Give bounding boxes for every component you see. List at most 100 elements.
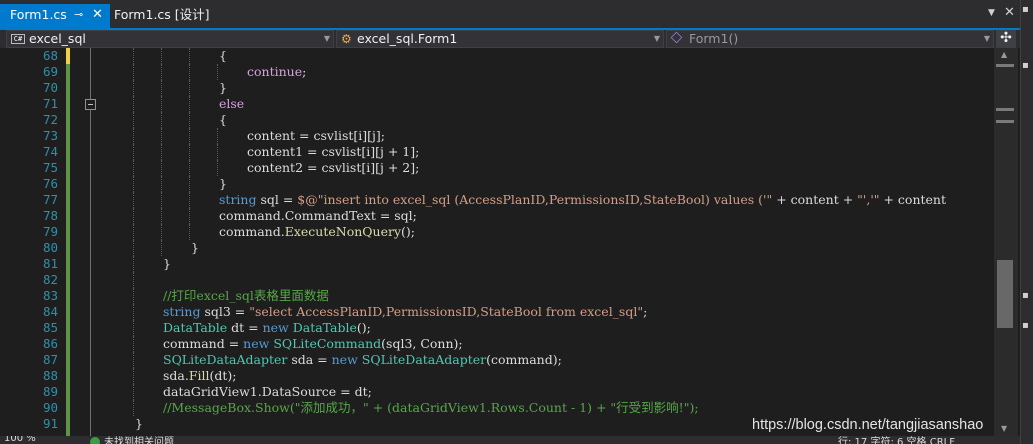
code-text: string sql = $@"insert into excel_sql (A…	[219, 192, 946, 208]
cursor-position: 行: 17 字符: 6 空格 CRLF	[838, 437, 955, 444]
tab-list-dropdown-icon[interactable]: ▼	[988, 8, 995, 18]
chevron-down-icon: ▼	[653, 34, 660, 43]
code-line[interactable]: 88 sda.Fill(dt);	[0, 368, 994, 384]
code-token: sql3 =	[200, 304, 250, 319]
code-line[interactable]: 75 content2 = csvlist[i][j + 2];	[0, 160, 994, 176]
line-number: 71	[42, 96, 58, 111]
code-line[interactable]: 69 continue;	[0, 64, 994, 80]
code-token: continue	[247, 64, 303, 79]
tab-label: Form1.cs [设计]	[114, 7, 210, 22]
code-line[interactable]: 78 command.CommandText = sql;	[0, 208, 994, 224]
tab-form1-designer[interactable]: Form1.cs [设计]	[114, 4, 210, 28]
code-text: sda.Fill(dt);	[163, 368, 237, 384]
code-token: new	[262, 320, 289, 335]
csharp-project-icon: C#	[11, 34, 25, 44]
code-text: }	[191, 240, 199, 256]
code-token: SQLiteDataAdapter	[163, 352, 288, 367]
code-token: }	[163, 256, 171, 271]
code-line[interactable]: 72 {	[0, 112, 994, 128]
code-token: ();	[356, 320, 371, 335]
scroll-mark	[996, 108, 1014, 111]
type-label: excel_sql.Form1	[357, 31, 458, 46]
code-line[interactable]: 76}	[0, 176, 994, 192]
code-text: else	[219, 96, 244, 112]
scroll-up-icon[interactable]: ▲	[1001, 50, 1007, 59]
navigation-bar: C# excel_sql ▼ ⚙ excel_sql.Form1 ▼ Form1…	[0, 30, 1020, 48]
code-line[interactable]: 79 command.ExecuteNonQuery();	[0, 224, 994, 240]
pin-icon[interactable]: ⊸	[74, 4, 83, 26]
code-line[interactable]: 90 //MessageBox.Show("添加成功，" + (dataGridV…	[0, 400, 994, 416]
line-number: 68	[42, 48, 58, 63]
zoom-level[interactable]: 100 %	[4, 436, 36, 444]
tool-window-icon[interactable]: ▪	[1022, 4, 1029, 15]
line-number: 83	[42, 288, 58, 303]
scroll-down-icon[interactable]: ▼	[1001, 424, 1007, 433]
code-token: string	[163, 304, 201, 319]
code-token: ;	[302, 64, 307, 79]
code-line[interactable]: 87 SQLiteDataAdapter sda = new SQLiteData…	[0, 352, 994, 368]
code-line[interactable]: 85 DataTable dt = new DataTable();	[0, 320, 994, 336]
tab-form1-cs[interactable]: Form1.cs ⊸ ✕	[0, 4, 110, 28]
line-number: 69	[42, 64, 58, 79]
code-token: + content +	[772, 192, 858, 207]
code-token: DataTable	[163, 320, 228, 335]
code-line[interactable]: 74 content1 = csvlist[i][j + 1];	[0, 144, 994, 160]
code-line[interactable]: 73 content = csvlist[i][j];	[0, 128, 994, 144]
code-text: //MessageBox.Show("添加成功，" + (dataGridVie…	[163, 400, 699, 416]
code-token: sda.	[163, 368, 189, 383]
code-text: SQLiteDataAdapter sda = new SQLiteDataAd…	[163, 352, 562, 368]
code-text: command.CommandText = sql;	[219, 208, 417, 224]
code-token: {	[219, 48, 227, 63]
code-editor[interactable]: 68{69 continue; 70} 71 else 72{73 content = cs…	[0, 48, 994, 436]
scroll-mark	[996, 120, 1014, 123]
code-line[interactable]: 77 string sql = $@"insert into excel_sql …	[0, 192, 994, 208]
code-text: {	[219, 112, 227, 128]
code-token: (sql3, Conn);	[381, 336, 463, 351]
member-label: Form1()	[689, 31, 739, 46]
code-text: content2 = csvlist[i][j + 2];	[247, 160, 419, 176]
project-dropdown[interactable]: C# excel_sql ▼	[6, 30, 334, 48]
code-line[interactable]: 89 dataGridView1.DataSource = dt;	[0, 384, 994, 400]
code-token: SQLiteDataAdapter	[361, 352, 487, 367]
tool-window-icon[interactable]: ▪	[1022, 60, 1029, 71]
tool-window-icon[interactable]: ▪	[1022, 290, 1029, 301]
code-token: + content	[879, 192, 947, 207]
issues-status[interactable]: 未找到相关问题	[104, 436, 174, 444]
code-text: content = csvlist[i][j];	[247, 128, 385, 144]
code-text: command = new SQLiteCommand(sql3, Conn);	[163, 336, 463, 352]
check-circle-icon	[90, 437, 100, 444]
code-line[interactable]: 80}	[0, 240, 994, 256]
line-number: 86	[42, 336, 58, 351]
code-line[interactable]: 70}	[0, 80, 994, 96]
vertical-scrollbar[interactable]: ▲ ▼	[994, 48, 1018, 436]
code-token: ExecuteNonQuery	[284, 224, 402, 239]
member-dropdown[interactable]: Form1() ▼	[666, 30, 994, 48]
code-text: }	[135, 416, 143, 432]
code-line[interactable]: 84 string sql3 = "select AccessPlanID,Per…	[0, 304, 994, 320]
split-window-button[interactable]: ✣	[996, 30, 1016, 48]
code-line[interactable]: 81}	[0, 256, 994, 272]
code-line[interactable]: 82	[0, 272, 994, 288]
code-text: content1 = csvlist[i][j + 1];	[247, 144, 419, 160]
code-token: content = csvlist[i][j];	[247, 128, 385, 143]
code-line[interactable]: 86 command = new SQLiteCommand(sql3, Conn…	[0, 336, 994, 352]
code-line[interactable]: 71 else	[0, 96, 994, 112]
close-document-icon[interactable]: ✕	[1004, 5, 1015, 20]
code-line[interactable]: 68 {	[0, 48, 994, 64]
code-token: command.CommandText = sql;	[219, 208, 417, 223]
code-token: $@"insert into excel_sql (AccessPlanID,P…	[297, 192, 773, 207]
type-dropdown[interactable]: ⚙ excel_sql.Form1 ▼	[336, 30, 664, 48]
code-text: string sql3 = "select AccessPlanID,Permi…	[163, 304, 647, 320]
code-token: //打印excel_sql表格里面数据	[163, 288, 329, 303]
tool-window-icon[interactable]: ▪	[1022, 320, 1029, 331]
code-token: command =	[163, 336, 244, 351]
tool-window-strip: ▪ ▪ ▪ ▪	[1020, 0, 1033, 444]
close-icon[interactable]: ✕	[92, 4, 103, 26]
scroll-thumb[interactable]	[997, 260, 1013, 328]
line-number: 74	[42, 144, 58, 159]
line-number: 91	[42, 416, 58, 431]
line-number: 70	[42, 80, 58, 95]
line-number: 79	[42, 224, 58, 239]
code-line[interactable]: 83 //打印excel_sql表格里面数据	[0, 288, 994, 304]
code-token: content1 = csvlist[i][j + 1];	[247, 144, 420, 159]
